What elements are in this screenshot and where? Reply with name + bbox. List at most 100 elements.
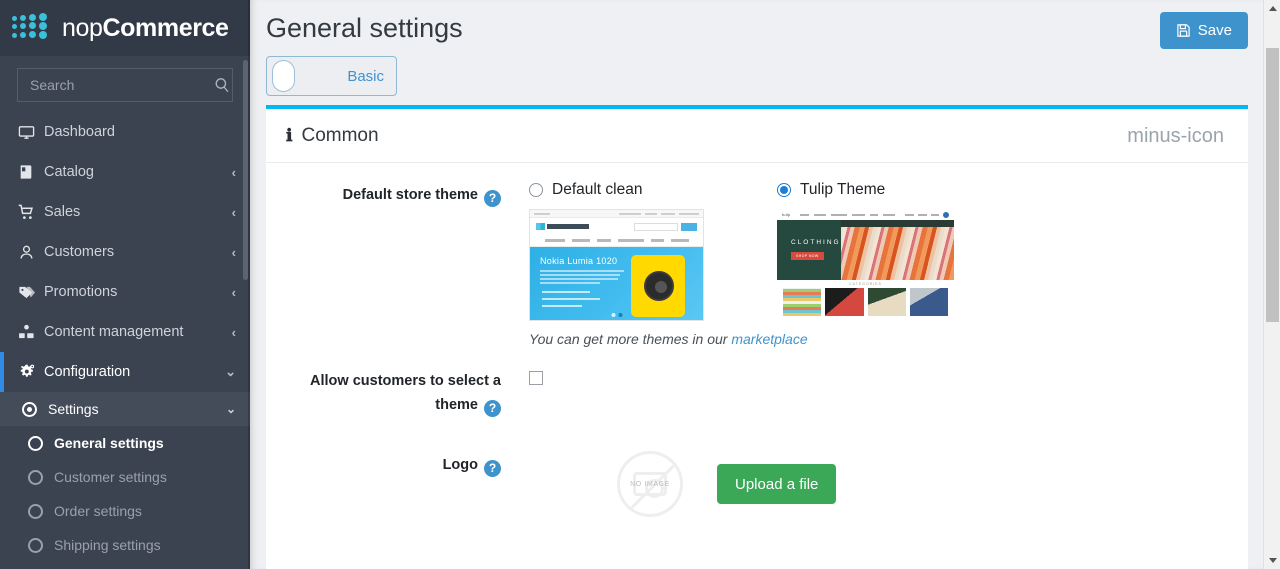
- label-text: Logo: [442, 457, 478, 473]
- brand-header[interactable]: nopCommerce: [0, 0, 250, 56]
- preview-hero: CLOTHING SHOP NOW: [777, 220, 954, 280]
- search-box[interactable]: [17, 68, 233, 102]
- logo-row: Logo? NO IMAGE Upload a file: [266, 451, 1248, 517]
- allow-select-theme-label: Allow customers to select a theme?: [266, 367, 511, 417]
- info-icon: ℹ: [286, 126, 293, 145]
- save-button-label: Save: [1197, 22, 1232, 39]
- sidebar-item-content-management[interactable]: Content management ‹: [0, 312, 250, 352]
- circle-icon: [28, 435, 54, 451]
- sidebar-subitem-label: General settings: [54, 435, 164, 451]
- sidebar-item-label: Content management: [44, 324, 184, 340]
- circle-icon: [28, 469, 54, 485]
- search-icon[interactable]: [213, 76, 231, 94]
- default-store-theme-label: Default store theme?: [266, 181, 511, 207]
- sidebar-item-customer-settings[interactable]: Customer settings: [0, 460, 250, 494]
- nopcommerce-dots-logo: [12, 13, 56, 43]
- sidebar-search: [0, 56, 250, 112]
- sidebar-item-settings[interactable]: Settings ⌄: [0, 392, 250, 426]
- content-blocks-icon: [18, 324, 44, 341]
- preview-hero-title: Nokia Lumia 1020: [540, 256, 618, 266]
- advanced-settings-toggle[interactable]: Basic: [266, 56, 397, 96]
- label-text: Allow customers to select a theme: [310, 373, 501, 413]
- sidebar-item-customers[interactable]: Customers ‹: [0, 232, 250, 272]
- logo-upload-group: NO IMAGE Upload a file: [529, 451, 1248, 517]
- theme-preview-tulip[interactable]: tulip CLOTHING SHOP NOW CATEGORIES: [777, 209, 954, 319]
- panel-header[interactable]: ℹ Common minus-icon: [266, 109, 1248, 163]
- theme-name-label: Tulip Theme: [800, 181, 886, 198]
- brand-name-light: nop: [62, 13, 103, 42]
- preview-logo-text: tulip: [782, 212, 791, 217]
- question-mark-icon[interactable]: ?: [484, 459, 501, 477]
- preview-hero-button: SHOP NOW: [791, 252, 824, 260]
- theme-preview-default-clean[interactable]: Nokia Lumia 1020: [529, 209, 704, 321]
- preview-topbar: [530, 210, 703, 218]
- chevron-down-icon: ⌄: [225, 364, 236, 379]
- sidebar-item-label: Dashboard: [44, 124, 115, 140]
- sidebar-nav: Dashboard Catalog ‹ Sales ‹ Customers ‹ …: [0, 112, 250, 562]
- shopping-cart-icon: [18, 204, 44, 221]
- sidebar-item-general-settings[interactable]: General settings: [0, 426, 250, 460]
- marketplace-link[interactable]: marketplace: [731, 331, 807, 347]
- radio-default-clean[interactable]: [529, 183, 543, 197]
- theme-option-header: Tulip Theme: [777, 181, 967, 199]
- mode-bar: Basic: [250, 56, 1264, 97]
- theme-option-header: Default clean: [529, 181, 719, 199]
- minus-icon[interactable]: minus-icon: [1121, 122, 1230, 150]
- sidebar-item-promotions[interactable]: Promotions ‹: [0, 272, 250, 312]
- toggle-knob[interactable]: [272, 60, 295, 92]
- sidebar-item-label: Promotions: [44, 284, 118, 300]
- sidebar-item-label: Sales: [44, 204, 81, 220]
- sidebar-item-order-settings[interactable]: Order settings: [0, 494, 250, 528]
- default-store-theme-row: Default store theme? Default clean Nokia…: [266, 181, 1248, 347]
- page-title: General settings: [266, 13, 463, 43]
- brand-title: nopCommerce: [62, 14, 229, 43]
- user-icon: [18, 244, 44, 261]
- chevron-left-icon: ‹: [231, 284, 236, 300]
- no-image-text: NO IMAGE: [630, 480, 670, 488]
- theme-option-default-clean[interactable]: Default clean Nokia Lumia 1020: [529, 181, 719, 321]
- toggle-label: Basic: [347, 67, 384, 85]
- question-mark-icon[interactable]: ?: [484, 189, 501, 207]
- label-text: Default store theme: [342, 187, 478, 203]
- main-content: General settings Save Basic ℹ Common min…: [250, 0, 1280, 569]
- page-scrollbar[interactable]: [1263, 0, 1280, 569]
- sidebar-item-shipping-settings[interactable]: Shipping settings: [0, 528, 250, 562]
- preview-categories: CATEGORIES: [777, 280, 954, 319]
- radio-selected-icon: [22, 401, 48, 417]
- theme-option-tulip[interactable]: Tulip Theme tulip CLOTHING SHOP NOW CATE…: [777, 181, 967, 321]
- book-icon: [18, 164, 44, 180]
- page-header: General settings Save: [250, 0, 1264, 56]
- sidebar-item-dashboard[interactable]: Dashboard: [0, 112, 250, 152]
- common-panel: ℹ Common minus-icon Default store theme?: [266, 105, 1248, 569]
- preview-hero: Nokia Lumia 1020: [530, 247, 703, 320]
- radio-tulip-theme[interactable]: [777, 183, 791, 197]
- scroll-down-arrow-icon[interactable]: [1264, 552, 1280, 569]
- logo-control: NO IMAGE Upload a file: [511, 451, 1248, 517]
- upload-a-file-button[interactable]: Upload a file: [717, 464, 837, 504]
- sidebar-edge-divider: [248, 0, 250, 569]
- sidebar-item-catalog[interactable]: Catalog ‹: [0, 152, 250, 192]
- sidebar-item-label: Catalog: [44, 164, 94, 180]
- chevron-left-icon: ‹: [231, 204, 236, 220]
- gears-icon: [18, 363, 44, 381]
- page-scrollbar-thumb[interactable]: [1266, 48, 1279, 322]
- panel-title: ℹ Common: [286, 125, 379, 147]
- search-input[interactable]: [28, 69, 213, 101]
- chevron-down-icon: ⌄: [225, 402, 236, 416]
- save-button[interactable]: Save: [1159, 12, 1248, 49]
- panel-body: Default store theme? Default clean Nokia…: [266, 163, 1248, 535]
- chevron-left-icon: ‹: [231, 164, 236, 180]
- no-image-camera-icon: NO IMAGE: [617, 451, 683, 517]
- sidebar-item-sales[interactable]: Sales ‹: [0, 192, 250, 232]
- themes-marketplace-note: You can get more themes in our marketpla…: [529, 331, 1248, 347]
- question-mark-icon[interactable]: ?: [484, 399, 501, 417]
- content-column: General settings Save Basic ℹ Common min…: [250, 0, 1264, 569]
- circle-icon: [28, 537, 54, 553]
- panel-title-label: Common: [301, 124, 379, 146]
- allow-select-theme-checkbox[interactable]: [529, 371, 543, 385]
- scroll-up-arrow-icon[interactable]: [1264, 0, 1280, 17]
- sidebar-item-configuration[interactable]: Configuration ⌄: [0, 352, 250, 392]
- sidebar: nopCommerce Dashboard: [0, 0, 250, 569]
- floppy-disk-icon: [1176, 23, 1191, 38]
- preview-topbar: tulip: [777, 209, 954, 220]
